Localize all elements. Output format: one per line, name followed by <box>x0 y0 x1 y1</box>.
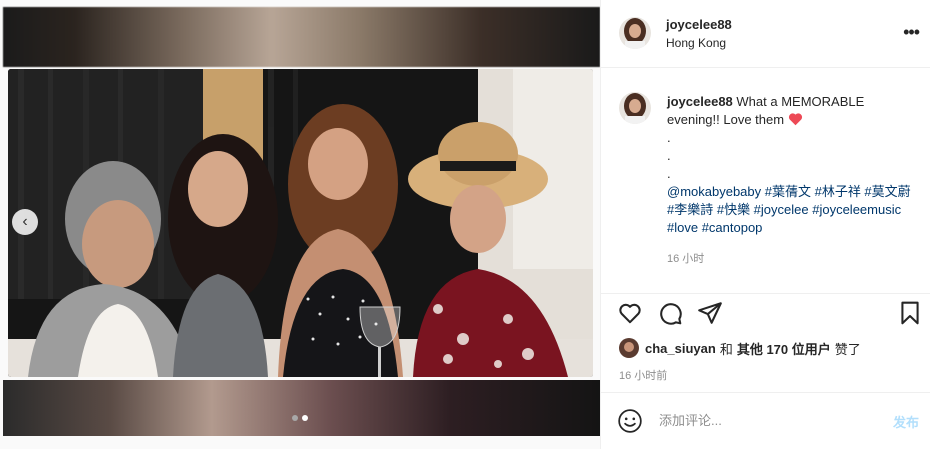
smiley-icon[interactable] <box>617 408 643 434</box>
caption-time[interactable]: 16 小时 <box>667 250 917 268</box>
red-heart-icon <box>788 113 802 126</box>
heart-outline-icon[interactable] <box>617 300 643 326</box>
caption-dot-line: . <box>667 130 671 145</box>
caption-hashtags[interactable]: @mokabyebaby #葉蒨文 #林子祥 #莫文蔚 #李樂詩 #快樂 #jo… <box>667 183 917 237</box>
action-bar <box>601 300 930 336</box>
previous-image-preview[interactable] <box>3 7 600 67</box>
media-area: ‹ <box>0 0 600 449</box>
likes-suffix: 赞了 <box>834 341 861 357</box>
comment-bubble-icon[interactable] <box>657 300 683 326</box>
caption-dot-line: . <box>667 148 671 163</box>
caption-text: joycelee88 What a MEMORABLE evening!! Lo… <box>667 93 917 268</box>
caption-section: joycelee88 What a MEMORABLE evening!! Lo… <box>601 67 930 294</box>
carousel-dot <box>292 415 298 421</box>
more-horizontal-icon[interactable]: ••• <box>903 22 920 43</box>
likes-summary: cha_siuyan 和 其他 170 位用户 赞了 <box>619 338 861 358</box>
likes-others[interactable]: 其他 170 位用户 <box>737 339 831 358</box>
post-timestamp[interactable]: 16 小时前 <box>619 367 667 383</box>
next-image-preview[interactable] <box>3 380 600 436</box>
caption-dot-line: . <box>667 166 671 181</box>
post-photo <box>8 69 593 377</box>
likes-connector: 和 <box>719 341 733 357</box>
photo-illustration <box>8 69 593 377</box>
carousel-dot-active <box>302 415 308 421</box>
carousel-indicator <box>292 415 308 421</box>
caption-username[interactable]: joycelee88 <box>667 94 733 109</box>
comment-bar: 发布 <box>601 392 930 450</box>
instagram-post-viewer: ‹ joycelee88 Hong Kong ••• joycelee88 Wh… <box>0 0 930 449</box>
post-side-panel: joycelee88 Hong Kong ••• joycelee88 What… <box>600 0 930 449</box>
paper-plane-icon[interactable] <box>697 300 723 326</box>
avatar-image <box>619 17 651 49</box>
avatar-image <box>619 92 651 124</box>
post-location[interactable]: Hong Kong <box>666 36 726 50</box>
chevron-left-icon: ‹ <box>22 213 28 230</box>
post-header: joycelee88 Hong Kong ••• <box>601 0 930 68</box>
author-avatar[interactable] <box>619 17 651 49</box>
caption-avatar[interactable] <box>619 92 651 124</box>
comment-input[interactable] <box>657 412 861 429</box>
liker-username[interactable]: cha_siuyan <box>645 341 716 356</box>
liker-avatar[interactable] <box>619 338 639 358</box>
carousel-prev-button[interactable]: ‹ <box>12 209 38 235</box>
post-comment-button[interactable]: 发布 <box>893 412 919 431</box>
author-username[interactable]: joycelee88 <box>666 17 732 32</box>
bookmark-icon[interactable] <box>897 300 923 326</box>
